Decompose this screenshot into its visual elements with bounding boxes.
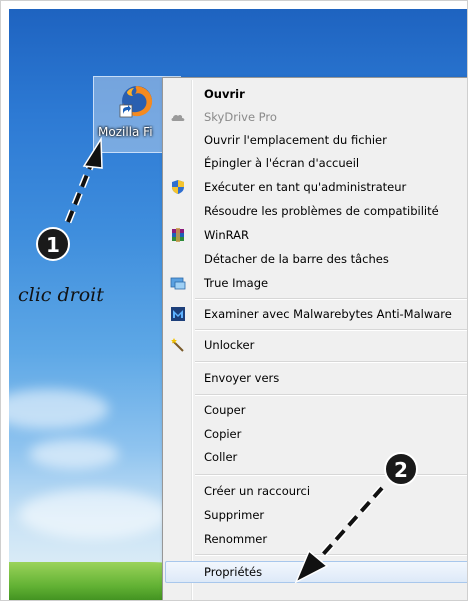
menu-separator <box>195 394 467 396</box>
cloud <box>19 489 169 539</box>
menu-item-delete[interactable]: Supprimer <box>165 504 467 526</box>
menu-separator <box>195 298 467 300</box>
malwarebytes-icon <box>171 307 185 321</box>
menu-item-malwarebytes[interactable]: Examiner avec Malwarebytes Anti-Malware <box>165 303 467 325</box>
menu-separator <box>195 474 467 476</box>
menu-item-create-shortcut[interactable]: Créer un raccourci <box>165 480 467 502</box>
unlocker-wand-icon <box>171 338 184 352</box>
menu-item-winrar[interactable]: WinRAR <box>165 224 467 246</box>
skydrive-icon <box>171 114 185 121</box>
cloud <box>9 389 109 429</box>
right-click-caption: clic droit <box>18 284 104 306</box>
menu-item-open-file-location[interactable]: Ouvrir l'emplacement du fichier <box>165 129 467 151</box>
menu-item-cut[interactable]: Couper <box>165 399 467 421</box>
menu-item-properties[interactable]: Propriétés <box>165 561 467 583</box>
menu-item-skydrive-pro[interactable]: SkyDrive Pro <box>165 106 467 128</box>
menu-item-true-image[interactable]: True Image <box>165 272 467 294</box>
menu-item-rename[interactable]: Renommer <box>165 528 467 550</box>
uac-shield-icon <box>172 180 184 194</box>
menu-item-paste[interactable]: Coller <box>165 446 467 468</box>
menu-item-run-as-admin[interactable]: Exécuter en tant qu'administrateur <box>165 176 467 198</box>
cloud <box>29 439 119 469</box>
winrar-icon <box>172 228 184 242</box>
context-menu: Ouvrir SkyDrive Pro Ouvrir l'emplacement… <box>162 77 467 600</box>
true-image-icon <box>170 277 186 290</box>
menu-separator <box>195 361 467 363</box>
menu-item-unlocker[interactable]: Unlocker <box>165 334 467 356</box>
menu-item-send-to[interactable]: Envoyer vers <box>165 367 467 389</box>
menu-item-pin-to-start[interactable]: Épingler à l'écran d'accueil <box>165 152 467 174</box>
menu-separator <box>195 329 467 331</box>
menu-item-open[interactable]: Ouvrir <box>165 83 467 105</box>
firefox-icon <box>119 86 153 118</box>
menu-item-troubleshoot-compatibility[interactable]: Résoudre les problèmes de compatibilité <box>165 200 467 222</box>
menu-separator <box>195 554 467 556</box>
menu-item-copy[interactable]: Copier <box>165 423 467 445</box>
menu-item-unpin-taskbar[interactable]: Détacher de la barre des tâches <box>165 248 467 270</box>
